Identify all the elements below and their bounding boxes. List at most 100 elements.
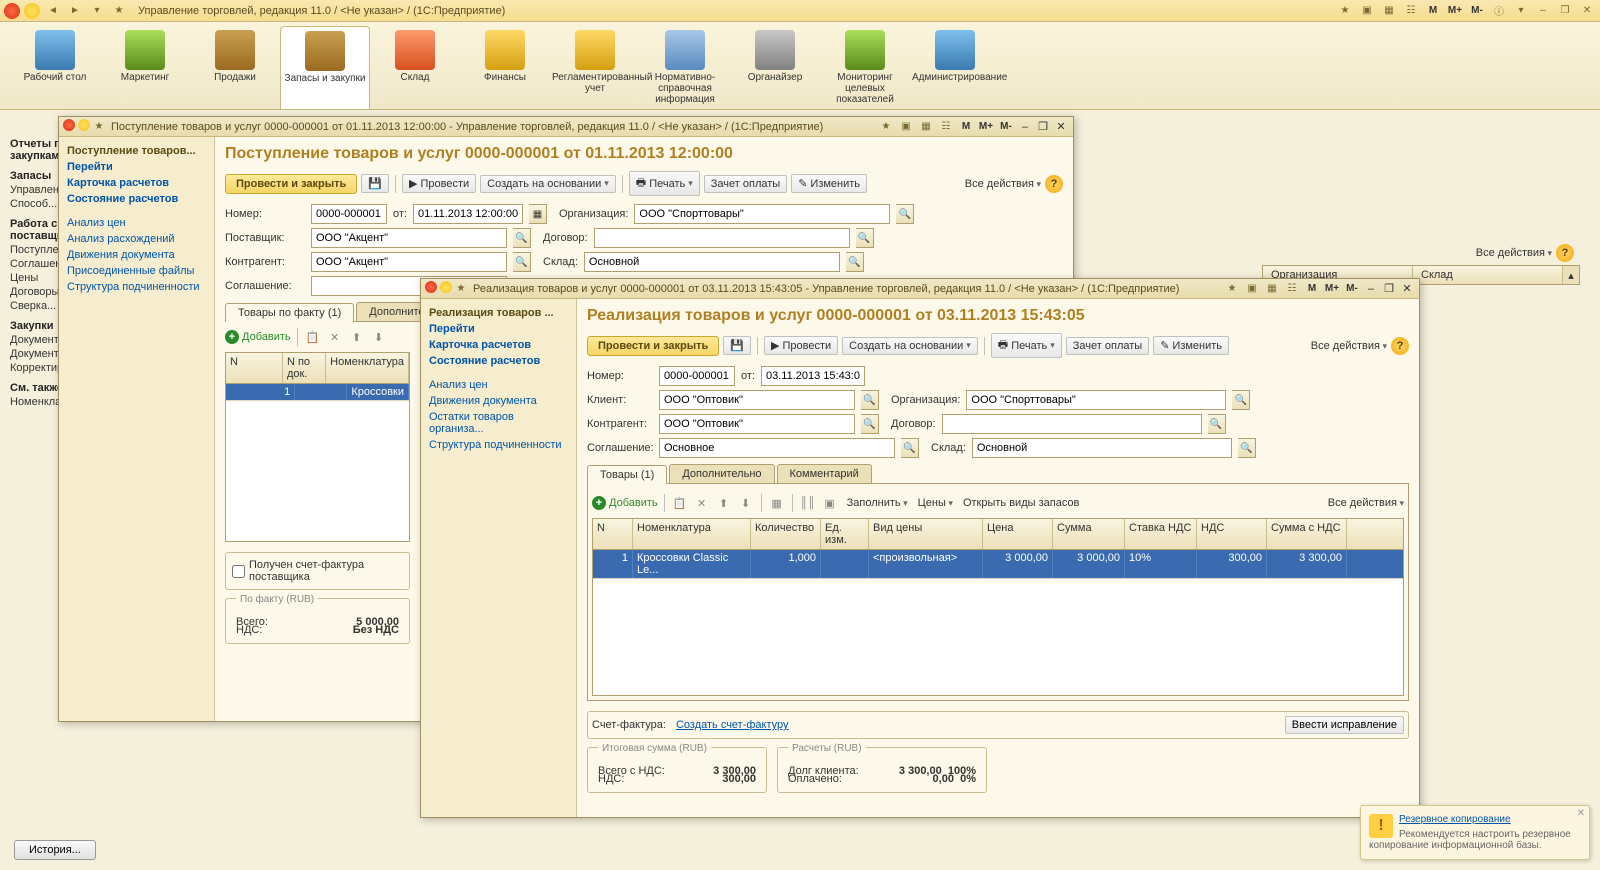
contract-input[interactable] [942, 414, 1202, 434]
delete-icon[interactable]: ✕ [326, 328, 344, 346]
column-header[interactable]: Вид цены [869, 519, 983, 549]
toolbar-icon[interactable]: ▣ [1243, 281, 1261, 297]
sidebar-link[interactable]: Анализ расхождений [67, 231, 206, 247]
sidebar-link[interactable]: Движения документа [429, 393, 568, 409]
section-tab[interactable]: Продажи [190, 26, 280, 109]
sidebar-link[interactable]: Перейти [429, 321, 568, 337]
add-row-button[interactable]: Добавить [225, 330, 291, 344]
section-tab[interactable]: Склад [370, 26, 460, 109]
nav-dropdown-icon[interactable]: ▾ [88, 3, 106, 19]
column-header[interactable]: Ставка НДС [1125, 519, 1197, 549]
client-input[interactable] [659, 390, 855, 410]
column-header[interactable]: Склад [1413, 266, 1563, 284]
add-row-button[interactable]: Добавить [592, 496, 658, 510]
m-button[interactable]: M [957, 119, 975, 135]
calc-icon[interactable]: ▦ [1380, 3, 1398, 19]
date-input[interactable] [761, 366, 865, 386]
all-actions-dropdown[interactable]: Все действия [1476, 247, 1552, 259]
calc-icon[interactable]: ▦ [917, 119, 935, 135]
info-icon[interactable]: ⓘ [1490, 3, 1508, 19]
maximize-icon[interactable]: ❐ [1381, 282, 1397, 296]
date-picker-icon[interactable]: ▦ [529, 204, 547, 224]
section-tab[interactable]: Рабочий стол [10, 26, 100, 109]
lookup-icon[interactable]: 🔍 [861, 390, 879, 410]
toolbar-icon[interactable]: ▣ [1358, 3, 1376, 19]
m-plus-button[interactable]: M+ [1323, 281, 1341, 297]
lookup-icon[interactable]: 🔍 [1208, 414, 1226, 434]
star-icon[interactable]: ★ [93, 119, 105, 135]
scroll-up-icon[interactable]: ▴ [1563, 266, 1579, 284]
sidebar-link[interactable]: Карточка расчетов [67, 175, 206, 191]
post-button[interactable]: ▶ Провести [402, 174, 476, 193]
close-icon[interactable]: ✕ [1053, 120, 1069, 134]
star-icon[interactable]: ★ [455, 281, 467, 297]
edit-button[interactable]: ✎ Изменить [1153, 336, 1229, 355]
all-actions-dropdown[interactable]: Все действия [965, 178, 1041, 190]
create-invoice-link[interactable]: Создать счет-фактуру [676, 719, 789, 731]
column-header[interactable]: Номенклатура [633, 519, 751, 549]
m-minus-button[interactable]: M- [1343, 281, 1361, 297]
copy-icon[interactable]: 📋 [304, 328, 322, 346]
notif-title-link[interactable]: Резервное копирование [1369, 814, 1581, 825]
warehouse-input[interactable] [972, 438, 1232, 458]
move-down-icon[interactable]: ⬇ [370, 328, 388, 346]
save-icon[interactable]: 💾 [723, 336, 751, 355]
supplier-input[interactable] [311, 228, 507, 248]
section-tab[interactable]: Запасы и закупки [280, 26, 370, 109]
column-header[interactable]: Ед. изм. [821, 519, 869, 549]
lookup-icon[interactable]: 🔍 [896, 204, 914, 224]
prices-dropdown[interactable]: Цены [918, 497, 953, 509]
calc-icon[interactable]: ▦ [1263, 281, 1281, 297]
post-button[interactable]: ▶ Провести [764, 336, 838, 355]
tab-comment[interactable]: Комментарий [777, 464, 872, 483]
m-button[interactable]: M [1303, 281, 1321, 297]
sidebar-link[interactable]: Карточка расчетов [429, 337, 568, 353]
nav-fwd-icon[interactable]: ► [66, 3, 84, 19]
table-row[interactable]: 1Кроссовки Classic Le...1,000<произвольн… [593, 550, 1403, 579]
sidebar-link[interactable]: Остатки товаров организа... [429, 409, 568, 437]
sidebar-link[interactable]: Анализ цен [429, 377, 568, 393]
date-input[interactable] [413, 204, 523, 224]
column-header[interactable]: N [226, 353, 283, 383]
edit-button[interactable]: ✎ Изменить [791, 174, 867, 193]
star-icon[interactable]: ★ [110, 3, 128, 19]
options-dropdown-icon[interactable]: ▾ [1512, 3, 1530, 19]
column-header[interactable]: Количество [751, 519, 821, 549]
column-header[interactable]: Номенклатура [326, 353, 409, 383]
section-tab[interactable]: Маркетинг [100, 26, 190, 109]
invoice-received-checkbox[interactable] [232, 565, 245, 578]
move-up-icon[interactable]: ⬆ [348, 328, 366, 346]
payment-offset-button[interactable]: Зачет оплаты [1066, 337, 1149, 355]
lookup-icon[interactable]: 🔍 [901, 438, 919, 458]
barcode-icon[interactable]: ║║ [799, 494, 817, 512]
column-header[interactable]: НДС [1197, 519, 1267, 549]
sidebar-link[interactable]: Структура подчиненности [67, 279, 206, 295]
tab-additional[interactable]: Дополнительно [669, 464, 774, 483]
lookup-icon[interactable]: 🔍 [1232, 390, 1250, 410]
sidebar-link[interactable]: Поступление товаров... [67, 143, 206, 159]
column-header[interactable]: N [593, 519, 633, 549]
lookup-icon[interactable]: 🔍 [513, 228, 531, 248]
column-header[interactable]: Цена [983, 519, 1053, 549]
table-row[interactable]: 1 Кроссовки [226, 384, 409, 401]
save-icon[interactable]: 💾 [361, 174, 389, 193]
m-plus-button[interactable]: M+ [977, 119, 995, 135]
number-input[interactable] [659, 366, 735, 386]
delete-icon[interactable]: ✕ [693, 494, 711, 512]
lookup-icon[interactable]: 🔍 [856, 228, 874, 248]
help-icon[interactable]: ? [1556, 244, 1574, 262]
lookup-icon[interactable]: 🔍 [846, 252, 864, 272]
org-input[interactable] [634, 204, 890, 224]
sidebar-link[interactable]: Анализ цен [67, 215, 206, 231]
print-dropdown[interactable]: 🖶 Печать [629, 171, 700, 196]
sidebar-link[interactable]: Состояние расчетов [429, 353, 568, 369]
calendar-icon[interactable]: ☷ [1283, 281, 1301, 297]
m-plus-button[interactable]: M+ [1446, 3, 1464, 19]
sidebar-link[interactable]: Реализация товаров ... [429, 305, 568, 321]
number-input[interactable] [311, 204, 387, 224]
help-icon[interactable]: ? [1045, 175, 1063, 193]
close-icon[interactable]: ✕ [1577, 808, 1585, 819]
nav-back-icon[interactable]: ◄ [44, 3, 62, 19]
m-button[interactable]: M [1424, 3, 1442, 19]
fill-dropdown[interactable]: Заполнить [847, 497, 908, 509]
